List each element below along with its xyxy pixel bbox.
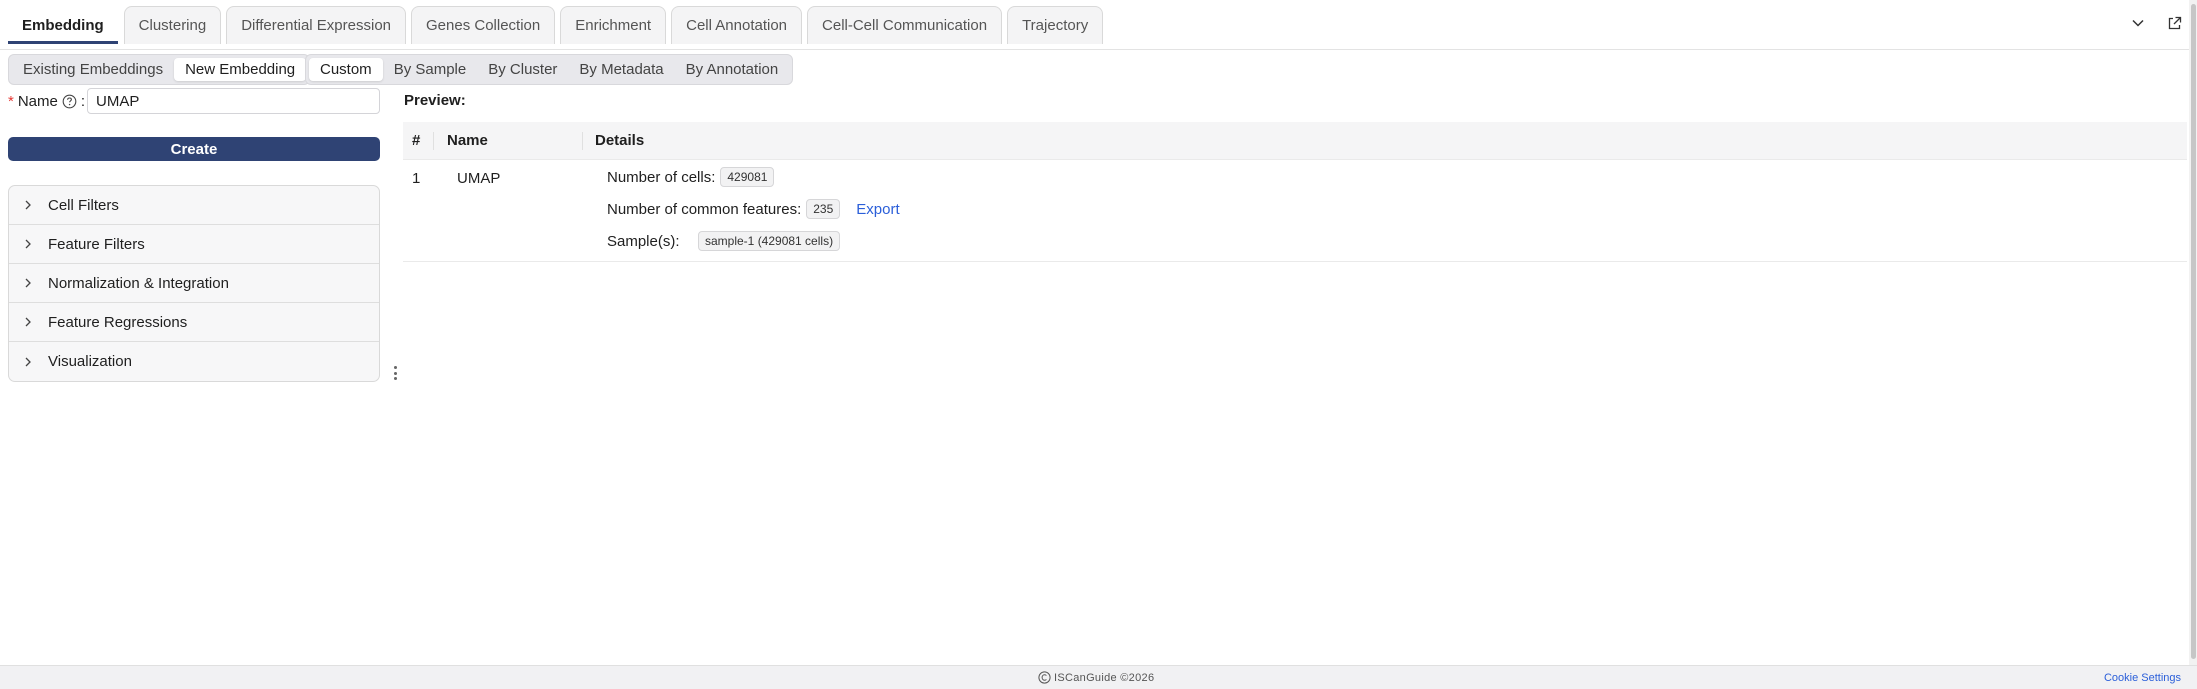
footer-brand: ISCanGuide ©2026 — [1038, 671, 1154, 684]
settings-collapse: Cell Filters Feature Filters Normalizati… — [8, 185, 380, 382]
features-detail: Number of common features: 235 Export — [607, 199, 900, 219]
samples-label: Sample(s): — [607, 232, 680, 250]
panel-label: Visualization — [48, 353, 132, 370]
existing-embeddings-option[interactable]: Existing Embeddings — [12, 58, 174, 81]
tab-genes-collection[interactable]: Genes Collection — [411, 6, 556, 44]
chevron-right-icon — [22, 238, 34, 250]
custom-option[interactable]: Custom — [309, 58, 383, 81]
by-metadata-option[interactable]: By Metadata — [568, 58, 674, 81]
chevron-right-icon — [22, 356, 34, 368]
scrollbar-thumb[interactable] — [2191, 4, 2196, 659]
copyright-logo-icon — [1038, 671, 1051, 684]
tab-enrichment[interactable]: Enrichment — [560, 6, 667, 44]
chevron-right-icon — [22, 277, 34, 289]
tab-tools — [2129, 14, 2183, 32]
panel-cell-filters[interactable]: Cell Filters — [9, 186, 379, 225]
footer: ISCanGuide ©2026 Cookie Settings — [0, 665, 2197, 689]
tab-cell-cell-communication[interactable]: Cell-Cell Communication — [807, 6, 1003, 44]
footer-brand-text: ISCanGuide ©2026 — [1054, 671, 1155, 684]
features-label: Number of common features: — [607, 200, 802, 218]
name-label: Name — [17, 92, 58, 110]
column-header-index: # — [412, 132, 421, 149]
cells-count-tag: 429081 — [720, 167, 775, 187]
tab-differential-expression[interactable]: Differential Expression — [226, 6, 406, 44]
table-row: 1 UMAP Number of cells: 429081 Number of… — [403, 160, 2187, 262]
embedding-source-switch: Custom By Sample By Cluster By Metadata … — [305, 54, 794, 85]
resize-handle-icon[interactable] — [392, 366, 398, 380]
table-header: # Name Details — [403, 122, 2187, 160]
name-field-label: * Name : — [8, 88, 85, 114]
name-input[interactable] — [87, 88, 380, 114]
chevron-right-icon — [22, 199, 34, 211]
required-mark: * — [8, 92, 14, 110]
vertical-scrollbar[interactable] — [2189, 0, 2197, 665]
by-cluster-option[interactable]: By Cluster — [477, 58, 568, 81]
sample-tag: sample-1 (429081 cells) — [698, 231, 841, 251]
row-index: 1 — [412, 170, 421, 187]
panel-feature-regressions[interactable]: Feature Regressions — [9, 303, 379, 342]
column-header-name: Name — [433, 122, 582, 159]
tab-cell-annotation[interactable]: Cell Annotation — [671, 6, 803, 44]
cookie-settings-link[interactable]: Cookie Settings — [2104, 672, 2181, 684]
by-sample-option[interactable]: By Sample — [383, 58, 478, 81]
chevron-right-icon — [22, 316, 34, 328]
features-count-tag: 235 — [806, 199, 841, 219]
export-link[interactable]: Export — [856, 201, 899, 218]
module-tab-bar: Embedding Clustering Differential Expres… — [0, 0, 2197, 50]
question-circle-icon[interactable] — [62, 94, 77, 109]
module-tabs: Embedding Clustering Differential Expres… — [7, 6, 1104, 44]
chevron-down-icon[interactable] — [2129, 14, 2147, 32]
panel-feature-filters[interactable]: Feature Filters — [9, 225, 379, 264]
panel-label: Normalization & Integration — [48, 274, 229, 292]
row-name: UMAP — [457, 170, 501, 187]
tab-clustering[interactable]: Clustering — [123, 6, 222, 44]
cells-label: Number of cells: — [607, 168, 716, 186]
preview-table: # Name Details 1 UMAP Number of cells: 4… — [403, 122, 2187, 262]
panel-label: Cell Filters — [48, 196, 119, 214]
preview-title: Preview: — [404, 92, 466, 109]
by-annotation-option[interactable]: By Annotation — [675, 58, 790, 81]
new-embedding-option[interactable]: New Embedding — [174, 58, 307, 81]
embedding-mode-switch: Existing Embeddings New Embedding — [8, 54, 311, 85]
samples-detail: Sample(s): sample-1 (429081 cells) — [607, 231, 841, 251]
tab-trajectory[interactable]: Trajectory — [1007, 6, 1104, 44]
panel-label: Feature Regressions — [48, 313, 188, 331]
panel-label: Feature Filters — [48, 235, 145, 253]
column-header-details: Details — [582, 122, 644, 159]
create-button[interactable]: Create — [8, 137, 380, 161]
panel-visualization[interactable]: Visualization — [9, 342, 379, 381]
tab-embedding[interactable]: Embedding — [7, 6, 119, 44]
cells-detail: Number of cells: 429081 — [607, 167, 775, 187]
name-colon: : — [80, 92, 86, 110]
panel-normalization-integration[interactable]: Normalization & Integration — [9, 264, 379, 303]
external-link-icon[interactable] — [2165, 14, 2183, 32]
